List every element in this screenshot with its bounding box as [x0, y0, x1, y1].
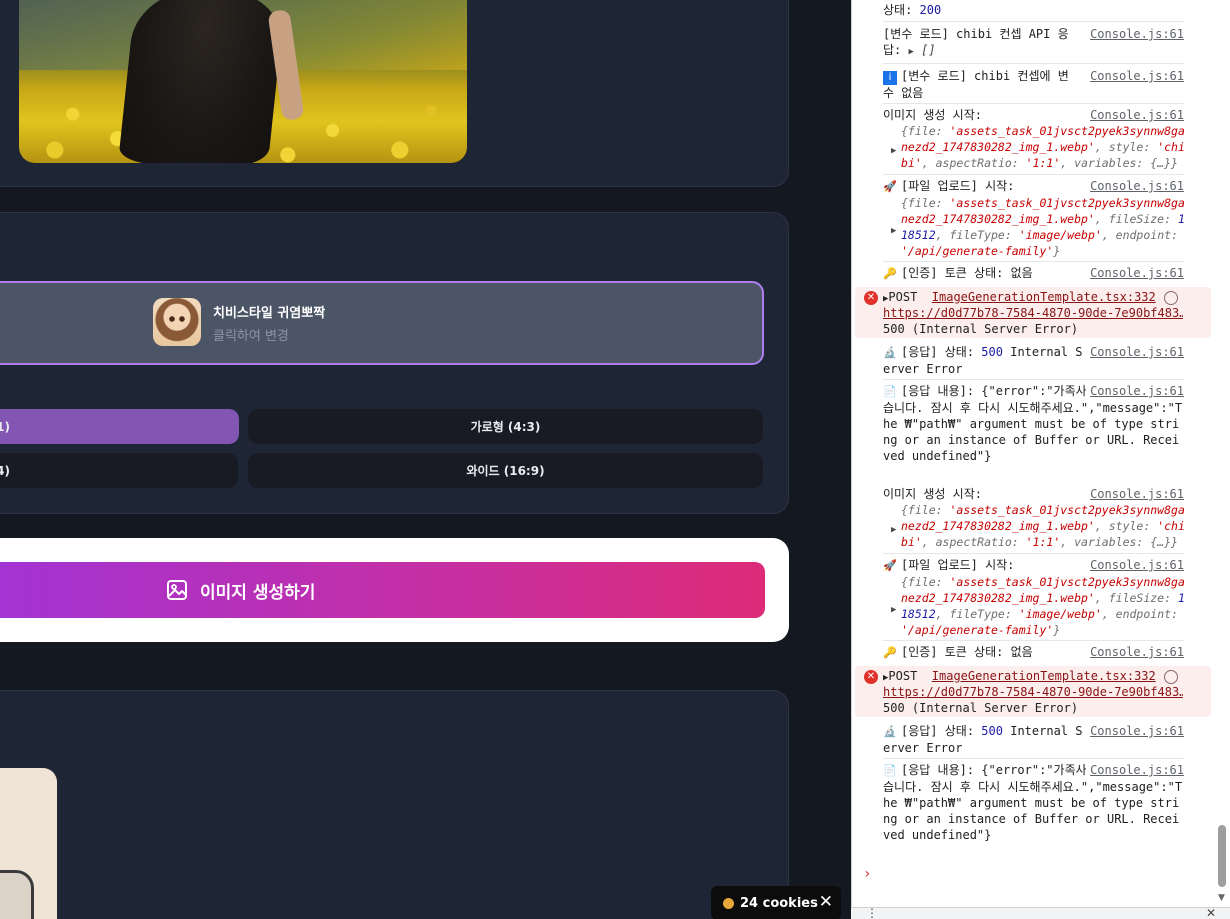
image-icon [167, 580, 187, 600]
microscope-icon: 🔬 [883, 346, 897, 359]
console-object[interactable]: ▶ {file: 'assets_task_01jvsct2pyek3synnw8… [883, 195, 1186, 259]
console-row: i [변수 로드] chibi 컨셉에 변수 없음 Console.js:61 [883, 68, 1184, 104]
console-row: 이미지 생성 시작: Console.js:61 ▶ {file: 'assets… [883, 486, 1186, 554]
console-source-link[interactable]: Console.js:61 [1090, 486, 1184, 502]
console-text: [응답] 상태: [901, 724, 975, 738]
console-row: 🔬 [응답] 상태: 500 Internal Server Error Cons… [883, 723, 1184, 759]
console-text: [파일 업로드] 시작: [901, 558, 1015, 572]
console-source-link[interactable]: Console.js:61 [1086, 383, 1184, 399]
console-row: 🚀 [파일 업로드] 시작: Console.js:61 ▶ {file: 'ass… [883, 178, 1186, 262]
style-thumbnail [153, 298, 201, 346]
key-icon: 🔑 [883, 267, 897, 280]
console-source-link[interactable]: Console.js:61 [1086, 762, 1184, 778]
rocket-icon: 🚀 [883, 180, 897, 193]
console-text: [인증] 토큰 상태: 없음 [901, 266, 1033, 280]
console-source-link[interactable]: Console.js:61 [1090, 557, 1184, 573]
console-source-link[interactable]: Console.js:61 [1090, 344, 1184, 360]
console-object[interactable]: ▶ {file: 'assets_task_01jvsct2pyek3synnw8… [883, 123, 1186, 171]
document-icon: 📄 [883, 764, 897, 777]
console-text: 상태: [883, 3, 913, 17]
style-name: 치비스타일 귀염뽀짝 [213, 306, 326, 321]
generate-image-button[interactable]: 이미지 생성하기 [0, 562, 765, 618]
console-source-link[interactable]: Console.js:61 [1090, 265, 1184, 281]
error-source-link[interactable]: ImageGenerationTemplate.tsx:332 [932, 290, 1156, 304]
console-row: 상태: 200 [883, 2, 1184, 22]
ratio-square-button[interactable]: 1) [0, 409, 239, 444]
error-status: 500 (Internal Server Error) [883, 701, 1079, 715]
microscope-icon: 🔬 [883, 725, 897, 738]
key-icon: 🔑 [883, 646, 897, 659]
cookie-icon [723, 897, 734, 909]
error-source-link[interactable]: ImageGenerationTemplate.tsx:332 [932, 669, 1156, 683]
ratio-landscape-button[interactable]: 가로형 (4:3) [248, 409, 763, 444]
console-source-link[interactable]: Console.js:61 [1090, 26, 1184, 42]
generate-label: 이미지 생성하기 [200, 582, 316, 603]
network-icon[interactable] [1164, 670, 1178, 684]
console-source-link[interactable]: Console.js:61 [1090, 644, 1184, 660]
result-card [0, 690, 789, 919]
rocket-icon: 🚀 [883, 559, 897, 572]
ratio-label: 4) [0, 463, 10, 478]
console-row: 이미지 생성 시작: Console.js:61 ▶ {file: 'assets… [883, 107, 1186, 175]
close-drawer-icon[interactable]: ✕ [1206, 907, 1216, 919]
console-scrollbar[interactable] [1218, 825, 1226, 887]
console-source-link[interactable]: Console.js:61 [1090, 68, 1184, 84]
cookie-badge[interactable]: 24 cookies ✕ [711, 886, 841, 919]
app-pane: 치비스타일 귀염뽀짝 클릭하여 변경 1) 가로형 (4:3) 4) 와이드 (… [0, 0, 851, 919]
console-object[interactable]: ▶ {file: 'assets_task_01jvsct2pyek3synnw8… [883, 502, 1186, 550]
console-row: 📄 [응답 내용]: {"error":"가족사진 생성에 실패했습니다. 잠시 … [883, 383, 1184, 483]
console-object[interactable]: ▶ {file: 'assets_task_01jvsct2pyek3synnw8… [883, 574, 1186, 638]
ratio-label: 가로형 (4:3) [470, 420, 541, 434]
error-status: 500 (Internal Server Error) [883, 322, 1079, 336]
more-icon[interactable]: ⋮ [866, 907, 878, 919]
console-object[interactable]: [] [921, 43, 935, 57]
close-icon[interactable]: ✕ [819, 892, 833, 912]
document-icon: 📄 [883, 385, 897, 398]
console-text: [파일 업로드] 시작: [901, 179, 1015, 193]
console-prompt-caret[interactable]: › [863, 866, 871, 882]
network-icon[interactable] [1164, 291, 1178, 305]
ratio-portrait-button[interactable]: 4) [0, 453, 238, 488]
cookie-label: 24 cookies [740, 895, 818, 911]
info-icon: i [883, 71, 897, 85]
console-text: [변수 로드] chibi 컨셉에 변수 없음 [883, 69, 1069, 100]
style-selector[interactable] [0, 281, 764, 365]
scroll-down-icon[interactable]: ▼ [1218, 893, 1225, 903]
status-code: 500 [981, 345, 1003, 359]
status-code: 200 [919, 3, 942, 17]
style-hint: 클릭하여 변경 [213, 329, 289, 344]
drawer-tabbar [851, 907, 1230, 919]
error-url: https://d0d77b78-7584-4870-90de-7e90bf48… [883, 306, 1183, 320]
ratio-label: 1) [0, 419, 10, 434]
console-row: 🔑 [인증] 토큰 상태: 없음 Console.js:61 [883, 265, 1184, 285]
status-code: 500 [981, 724, 1003, 738]
ratio-label: 와이드 (16:9) [466, 464, 545, 478]
console-row: 🚀 [파일 업로드] 시작: Console.js:61 ▶ {file: 'ass… [883, 557, 1186, 641]
result-thumbnail[interactable] [0, 768, 57, 919]
console-row: 🔬 [응답] 상태: 500 Internal Server Error Cons… [883, 344, 1184, 380]
console-source-link[interactable]: Console.js:61 [1090, 178, 1184, 194]
error-icon: ✕ [864, 670, 878, 684]
console-row: [변수 로드] chibi 컨셉 API 응답: ▶ [] Console.js… [883, 26, 1184, 64]
error-url: https://d0d77b78-7584-4870-90de-7e90bf48… [883, 685, 1183, 699]
console-source-link[interactable]: Console.js:61 [1090, 723, 1184, 739]
console-row: 🔑 [인증] 토큰 상태: 없음 Console.js:61 [883, 644, 1184, 664]
uploaded-photo [19, 0, 467, 163]
ratio-wide-button[interactable]: 와이드 (16:9) [248, 453, 763, 488]
console-source-link[interactable]: Console.js:61 [1090, 107, 1184, 123]
console-text: [인증] 토큰 상태: 없음 [901, 645, 1033, 659]
console-text: [응답] 상태: [901, 345, 975, 359]
console-row: 📄 [응답 내용]: {"error":"가족사진 생성에 실패했습니다. 잠시 … [883, 762, 1184, 862]
error-icon: ✕ [864, 291, 878, 305]
